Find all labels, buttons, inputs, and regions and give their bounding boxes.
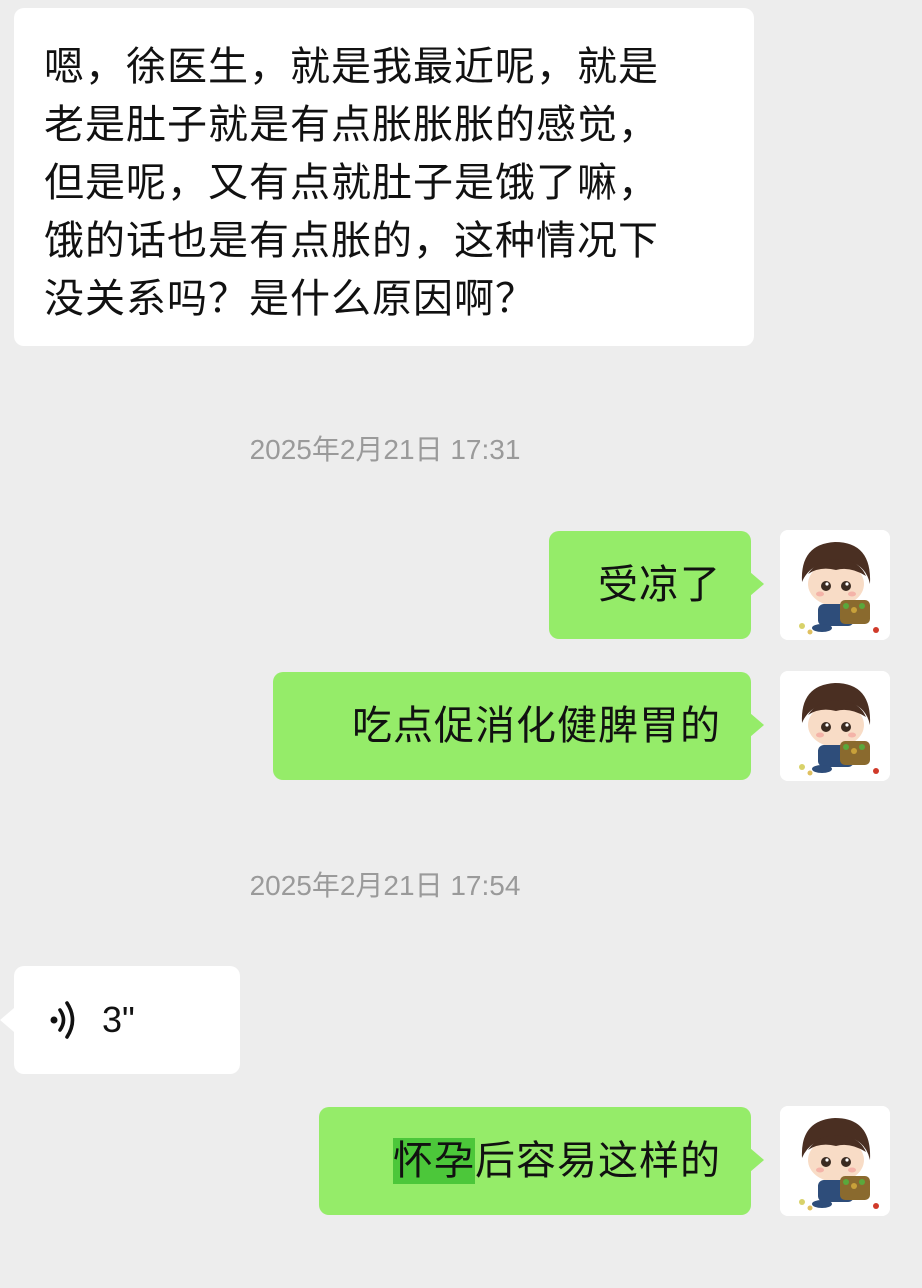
bubble-tail [0,1008,14,1032]
message-timestamp: 2025年2月21日 17:31 [249,434,521,465]
outgoing-message-bubble[interactable]: 受凉了 [549,531,751,639]
message-line: 嗯，徐医生，就是我最近呢，就是 [44,44,659,90]
cartoon-boy-avatar-icon [780,1106,890,1216]
selected-text[interactable]: 怀孕 [393,1138,475,1184]
message-line: 饿的话也是有点胀的，这种情况下 [44,218,659,264]
user-avatar[interactable] [780,671,890,781]
voice-message-bubble[interactable]: 3" [14,966,240,1074]
user-avatar[interactable] [780,530,890,640]
message-text: 吃点促消化健脾胃的 [352,703,721,749]
message-line: 没关系吗？是什么原因啊？ [44,276,536,322]
cartoon-boy-avatar-icon [780,530,890,640]
bubble-tail [750,572,764,596]
message-text: 怀孕后容易这样的 [319,1107,721,1215]
message-text: 受凉了 [598,562,721,608]
message-line: 但是呢，又有点就肚子是饿了嘛， [44,160,659,206]
message-line: 老是肚子就是有点胀胀胀的感觉， [44,102,659,148]
incoming-message-bubble[interactable]: 嗯，徐医生，就是我最近呢，就是 老是肚子就是有点胀胀胀的感觉， 但是呢，又有点就… [14,8,754,346]
voice-duration: 3" [102,999,135,1040]
message-text-rest: 后容易这样的 [475,1138,721,1184]
bubble-tail [750,713,764,737]
message-timestamp: 2025年2月21日 17:54 [249,870,521,901]
outgoing-message-bubble[interactable]: 怀孕后容易这样的 [319,1107,751,1215]
voice-wave-icon [50,1001,75,1039]
bubble-tail [750,1148,764,1172]
outgoing-message-bubble[interactable]: 吃点促消化健脾胃的 [273,672,751,780]
cartoon-boy-avatar-icon [780,671,890,781]
user-avatar[interactable] [780,1106,890,1216]
